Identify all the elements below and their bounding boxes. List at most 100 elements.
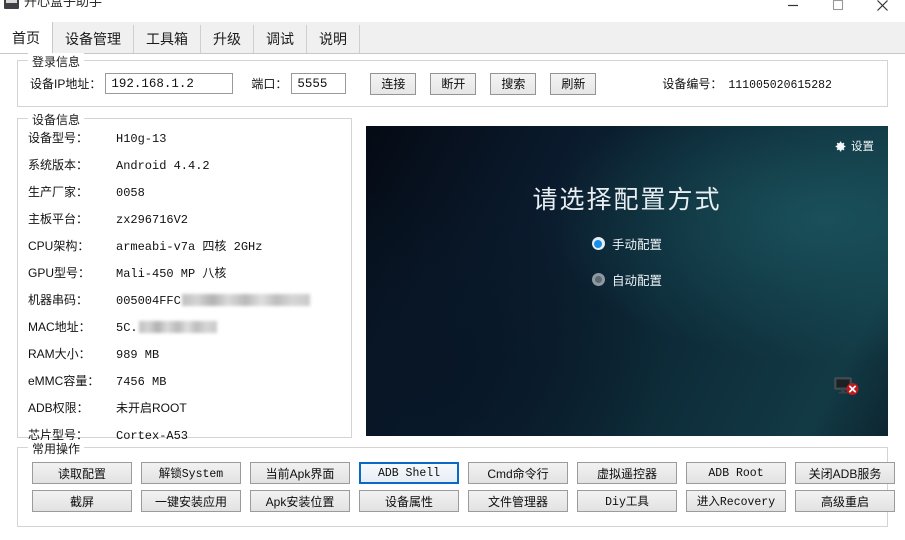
device-info-key: ADB权限： (28, 401, 89, 415)
operation-button-7[interactable]: 关闭ADB服务 (795, 462, 895, 484)
window-title: 开心盒子助手 (24, 0, 103, 9)
operation-button-4[interactable]: Cmd命令行 (468, 462, 568, 484)
port-label: 端口： (251, 77, 288, 91)
port-input[interactable]: 5555 (291, 73, 347, 94)
device-info-key: GPU型号： (28, 266, 91, 280)
device-info-group-title: 设备信息 (28, 111, 85, 128)
radio-unselected-icon[interactable] (591, 273, 605, 286)
device-info-value-text: 989 MB (116, 348, 160, 362)
device-info-row: 设备型号： H10g-13 (28, 129, 341, 156)
device-info-value-text: 005004FFC (116, 294, 181, 308)
device-info-value: 005004FFC (116, 294, 310, 308)
operation-button-1[interactable]: 解锁System (141, 462, 241, 484)
operation-button-10[interactable]: Apk安装位置 (250, 490, 350, 512)
login-button-2[interactable]: 搜索 (490, 72, 537, 95)
device-info-value: 未开启ROOT (116, 399, 187, 416)
operation-button-8[interactable]: 截屏 (32, 490, 132, 512)
operation-button-9[interactable]: 一键安装应用 (141, 490, 241, 512)
tab-3[interactable]: 升级 (201, 25, 254, 53)
device-info-group: 设备信息 设备型号： H10g-13 系统版本： Android 4.4.2 生产厂家：… (17, 111, 352, 443)
operation-button-12[interactable]: 文件管理器 (468, 490, 568, 512)
redacted-value (181, 294, 310, 306)
tab-1[interactable]: 设备管理 (53, 25, 134, 53)
settings-chip[interactable]: 设置 (834, 138, 874, 154)
operations-group-title: 常用操作 (28, 440, 85, 457)
login-button-row: 连接 断开 搜索 刷新 (370, 72, 597, 95)
operation-button-13[interactable]: Diy工具 (577, 490, 677, 512)
device-serial: 设备编号： 111005020615282 (662, 75, 832, 92)
device-info-row: GPU型号： Mali-450 MP 八核 (28, 264, 341, 291)
tab-4[interactable]: 调试 (254, 25, 307, 53)
operations-button-grid: 读取配置 解锁System 当前Apk界面 ADB Shell Cmd命令行 虚拟遥控器 A… (32, 462, 903, 512)
config-mode-option-0[interactable]: 手动配置 (591, 234, 662, 253)
device-screen-preview[interactable]: 设置 请选择配置方式 手动配置自动配置 (366, 126, 888, 436)
app-logo-icon (4, 0, 19, 9)
device-info-list: 设备型号： H10g-13 系统版本： Android 4.4.2 生产厂家： 0058 主… (18, 129, 351, 453)
ip-label: 设备IP地址： (30, 77, 102, 91)
device-info-value-text: H10g-13 (116, 132, 167, 146)
disconnected-monitor-icon (834, 376, 860, 398)
title-bar: 开心盒子助手 (0, 0, 905, 22)
config-mode-radio-group: 手动配置 自动配置 (366, 234, 888, 289)
device-serial-value: 111005020615282 (728, 79, 832, 92)
device-info-value: armeabi-v7a 四核 2GHz (116, 237, 262, 254)
device-info-value-text: 7456 MB (116, 375, 167, 389)
device-info-row: RAM大小： 989 MB (28, 345, 341, 372)
operation-button-14[interactable]: 进入Recovery (686, 490, 786, 512)
operation-button-11[interactable]: 设备属性 (359, 490, 459, 512)
gear-icon (834, 140, 847, 153)
device-info-row: CPU架构： armeabi-v7a 四核 2GHz (28, 237, 341, 264)
operation-button-0[interactable]: 读取配置 (32, 462, 132, 484)
device-info-key: RAM大小： (28, 347, 91, 361)
bottom-strip (0, 530, 905, 540)
tab-0[interactable]: 首页 (0, 22, 53, 53)
window-controls (770, 0, 905, 18)
device-info-row: 生产厂家： 0058 (28, 183, 341, 210)
settings-label: 设置 (851, 141, 874, 153)
tab-5[interactable]: 说明 (307, 25, 360, 53)
device-info-value-text: armeabi-v7a 四核 2GHz (116, 240, 263, 254)
operation-button-5[interactable]: 虚拟遥控器 (577, 462, 677, 484)
login-button-0[interactable]: 连接 (370, 72, 417, 95)
device-info-key: 系统版本： (28, 158, 89, 172)
operation-button-2[interactable]: 当前Apk界面 (250, 462, 350, 484)
device-ip-input[interactable]: 192.168.1.2 (105, 73, 234, 94)
login-button-1[interactable]: 断开 (430, 72, 477, 95)
maximize-button[interactable] (815, 0, 860, 18)
operation-button-3[interactable]: ADB Shell (359, 462, 459, 484)
config-mode-label: 自动配置 (611, 274, 662, 288)
device-info-value: 989 MB (116, 348, 159, 362)
minimize-button[interactable] (770, 0, 815, 18)
preview-heading: 请选择配置方式 (532, 186, 722, 214)
device-info-value-text: 0058 (116, 186, 145, 200)
tab-strip: 首页 设备管理 工具箱 升级 调试 说明 (0, 22, 905, 54)
operation-button-15[interactable]: 高级重启 (795, 490, 895, 512)
tab-2[interactable]: 工具箱 (134, 25, 201, 53)
device-info-key: MAC地址： (28, 320, 91, 334)
device-info-value-text: Mali-450 MP 八核 (116, 267, 227, 281)
application-window: 开心盒子助手 首页 设备管理 工具箱 升级 调试 说明 登录信息 设备IP地址： 192.… (0, 0, 905, 540)
config-mode-option-1[interactable]: 自动配置 (591, 270, 662, 289)
device-info-row: ADB权限： 未开启ROOT (28, 399, 341, 426)
config-mode-label: 手动配置 (611, 238, 662, 252)
device-info-key: eMMC容量： (28, 374, 100, 388)
login-row: 设备IP地址： 192.168.1.2 端口： 5555 连接 断开 搜索 刷新 设备… (18, 61, 887, 106)
device-info-value-text: 5C. (116, 321, 138, 335)
device-info-value-text: Cortex-A53 (116, 429, 189, 443)
device-info-value: zx296716V2 (116, 213, 188, 227)
device-info-value-text: Android 4.4.2 (116, 159, 210, 173)
device-info-row: eMMC容量： 7456 MB (28, 372, 341, 399)
device-info-row: 系统版本： Android 4.4.2 (28, 156, 341, 183)
device-info-key: 生产厂家： (28, 185, 89, 199)
device-info-value: H10g-13 (116, 132, 166, 146)
operation-button-6[interactable]: ADB Root (686, 462, 786, 484)
radio-selected-icon[interactable] (591, 237, 605, 250)
login-info-group: 登录信息 设备IP地址： 192.168.1.2 端口： 5555 连接 断开 搜索… (17, 53, 888, 107)
device-info-value: Android 4.4.2 (116, 159, 210, 173)
close-button[interactable] (860, 0, 905, 18)
device-serial-label: 设备编号： (662, 77, 723, 91)
login-button-3[interactable]: 刷新 (550, 72, 597, 95)
device-info-row: 机器串码： 005004FFC (28, 291, 341, 318)
device-info-value: 5C. (116, 321, 217, 335)
device-info-key: CPU架构： (28, 239, 90, 253)
